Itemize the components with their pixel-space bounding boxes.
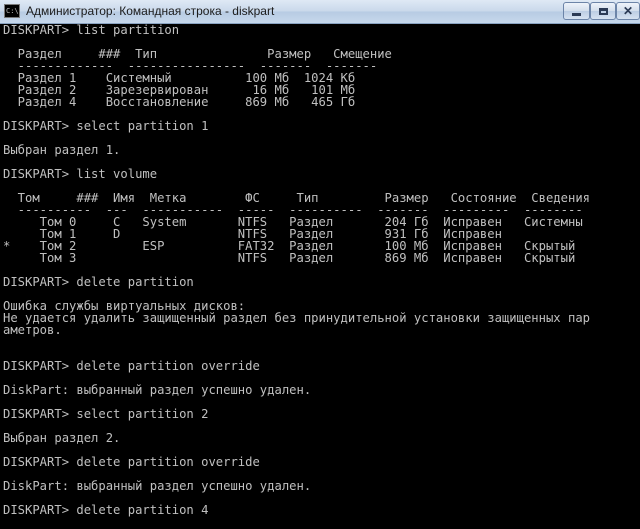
console-line: Раздел 4 Восстановление 869 Мб 465 Гб [3,95,356,109]
console-line: Том 3 NTFS Раздел 869 Мб Исправен Скрыты… [3,251,576,265]
maximize-icon [598,7,608,15]
console-line: DISKPART> list volume [3,167,158,181]
console-line: DISKPART> delete partition override [3,455,260,469]
minimize-icon [572,13,581,16]
window-title: Администратор: Командная строка - diskpa… [26,4,275,18]
minimize-button[interactable] [563,2,590,20]
console-line: Не удается удалить защищенный раздел без… [3,311,590,325]
console-line: DISKPART> select partition 1 [3,119,209,133]
close-button[interactable]: ✕ [616,2,640,20]
console-line: DISKPART> list partition [3,24,180,37]
console-line: DISKPART> delete partition [3,275,194,289]
console-line: Выбран раздел 1. [3,143,121,157]
close-icon: ✕ [622,4,634,18]
console-line: DiskPart: выбранный раздел успешно удале… [3,479,312,493]
console-line: Выбран раздел 2. [3,431,121,445]
console-line: DiskPart: выбранный раздел успешно удале… [3,383,312,397]
console-output[interactable]: DISKPART> list partition Раздел ### Тип … [0,24,640,529]
console-line: DISKPART> delete partition override [3,359,260,373]
console-line: аметров. [3,323,62,337]
console-line: DISKPART> select partition 2 [3,407,209,421]
console-text: DISKPART> list partition Раздел ### Тип … [0,24,640,516]
console-line: DISKPART> delete partition 4 [3,503,209,517]
cmd-icon[interactable]: C:\ [4,4,20,18]
window-title-bar[interactable]: C:\ Администратор: Командная строка - di… [0,0,640,24]
maximize-button[interactable] [590,2,616,20]
